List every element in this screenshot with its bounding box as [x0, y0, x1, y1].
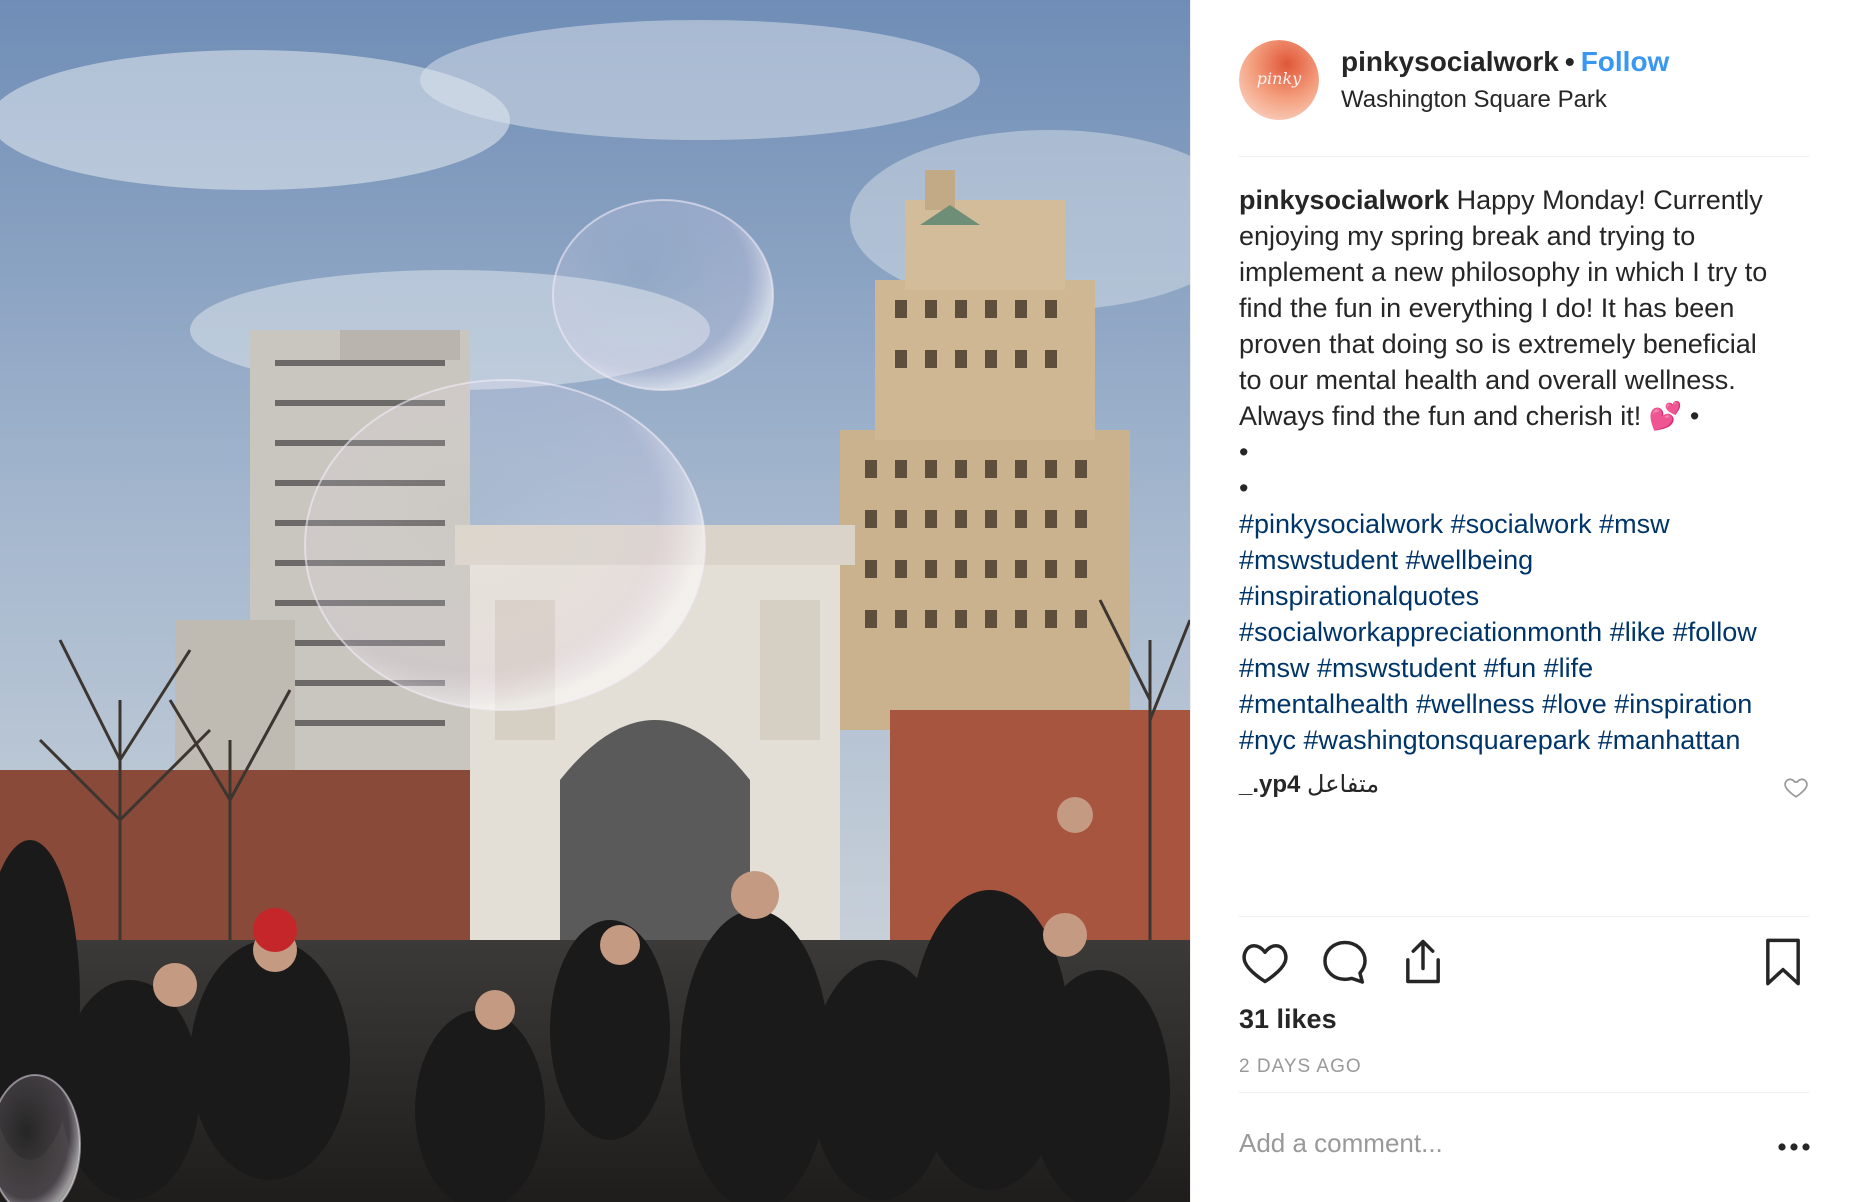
more-options-icon[interactable] [1777, 1142, 1811, 1152]
comment-like-heart-icon[interactable] [1783, 774, 1809, 800]
bookmark-icon[interactable] [1757, 936, 1809, 988]
caption-text-line: • [1239, 437, 1249, 467]
caption: pinkysocialwork Happy Monday! Currently … [1239, 182, 1819, 758]
hashtag-line[interactable]: #msw #mswstudent #fun #life [1239, 650, 1819, 686]
caption-text-line: Always find the fun and cherish it! 💕 • [1239, 401, 1700, 431]
username-link[interactable]: pinkysocialwork [1341, 46, 1559, 77]
caption-text-line: proven that doing so is extremely benefi… [1239, 329, 1757, 359]
hashtag-line[interactable]: #mswstudent #wellbeing [1239, 542, 1819, 578]
caption-text-line: • [1239, 473, 1249, 503]
hashtag-line[interactable]: #mentalhealth #wellness #love #inspirati… [1239, 686, 1819, 722]
divider [1239, 156, 1809, 157]
comment-item: _.yp4 متفاعل [1239, 770, 1809, 806]
likes-count[interactable]: 31 likes [1239, 1004, 1337, 1035]
post-photo[interactable] [0, 0, 1190, 1202]
svg-text:pinky: pinky [1257, 69, 1302, 88]
caption-first-line: pinkysocialwork Happy Monday! Currently [1239, 182, 1819, 218]
caption-username[interactable]: pinkysocialwork [1239, 185, 1449, 215]
share-icon[interactable] [1397, 936, 1449, 988]
comment-icon[interactable] [1319, 936, 1371, 988]
pinky-logo-icon: pinky [1239, 40, 1319, 120]
post-timestamp[interactable]: 2 DAYS AGO [1239, 1056, 1362, 1078]
separator-dot: • [1564, 46, 1575, 77]
comment-text: متفاعل [1307, 771, 1380, 798]
avatar[interactable]: pinky [1239, 40, 1319, 120]
divider [1239, 1092, 1809, 1093]
divider [1239, 916, 1809, 917]
caption-text-line: enjoying my spring break and trying to [1239, 221, 1696, 251]
add-comment-input[interactable] [1239, 1128, 1739, 1159]
caption-text-line: find the fun in everything I do! It has … [1239, 293, 1735, 323]
hashtag-line[interactable]: #nyc #washingtonsquarepark #manhattan [1239, 722, 1819, 758]
follow-button[interactable]: Follow [1581, 46, 1670, 77]
caption-text-line: to our mental health and overall wellnes… [1239, 365, 1736, 395]
hashtag-line[interactable]: #pinkysocialwork #socialwork #msw [1239, 506, 1819, 542]
caption-text-line: implement a new philosophy in which I tr… [1239, 257, 1768, 287]
caption-text-line: Happy Monday! Currently [1449, 185, 1763, 215]
post-detail-panel: pinky pinkysocialwork • Follow Washington … [1190, 0, 1858, 1202]
comment-username[interactable]: _.yp4 [1239, 771, 1300, 798]
location-link[interactable]: Washington Square Park [1341, 86, 1607, 114]
action-bar [1239, 936, 1809, 992]
heart-icon[interactable] [1239, 936, 1291, 988]
washington-square-arch-photo [0, 0, 1190, 1202]
hashtag-line[interactable]: #socialworkappreciationmonth #like #foll… [1239, 614, 1819, 650]
hashtag-line[interactable]: #inspirationalquotes [1239, 578, 1819, 614]
post-header: pinkysocialwork • Follow [1341, 46, 1669, 78]
